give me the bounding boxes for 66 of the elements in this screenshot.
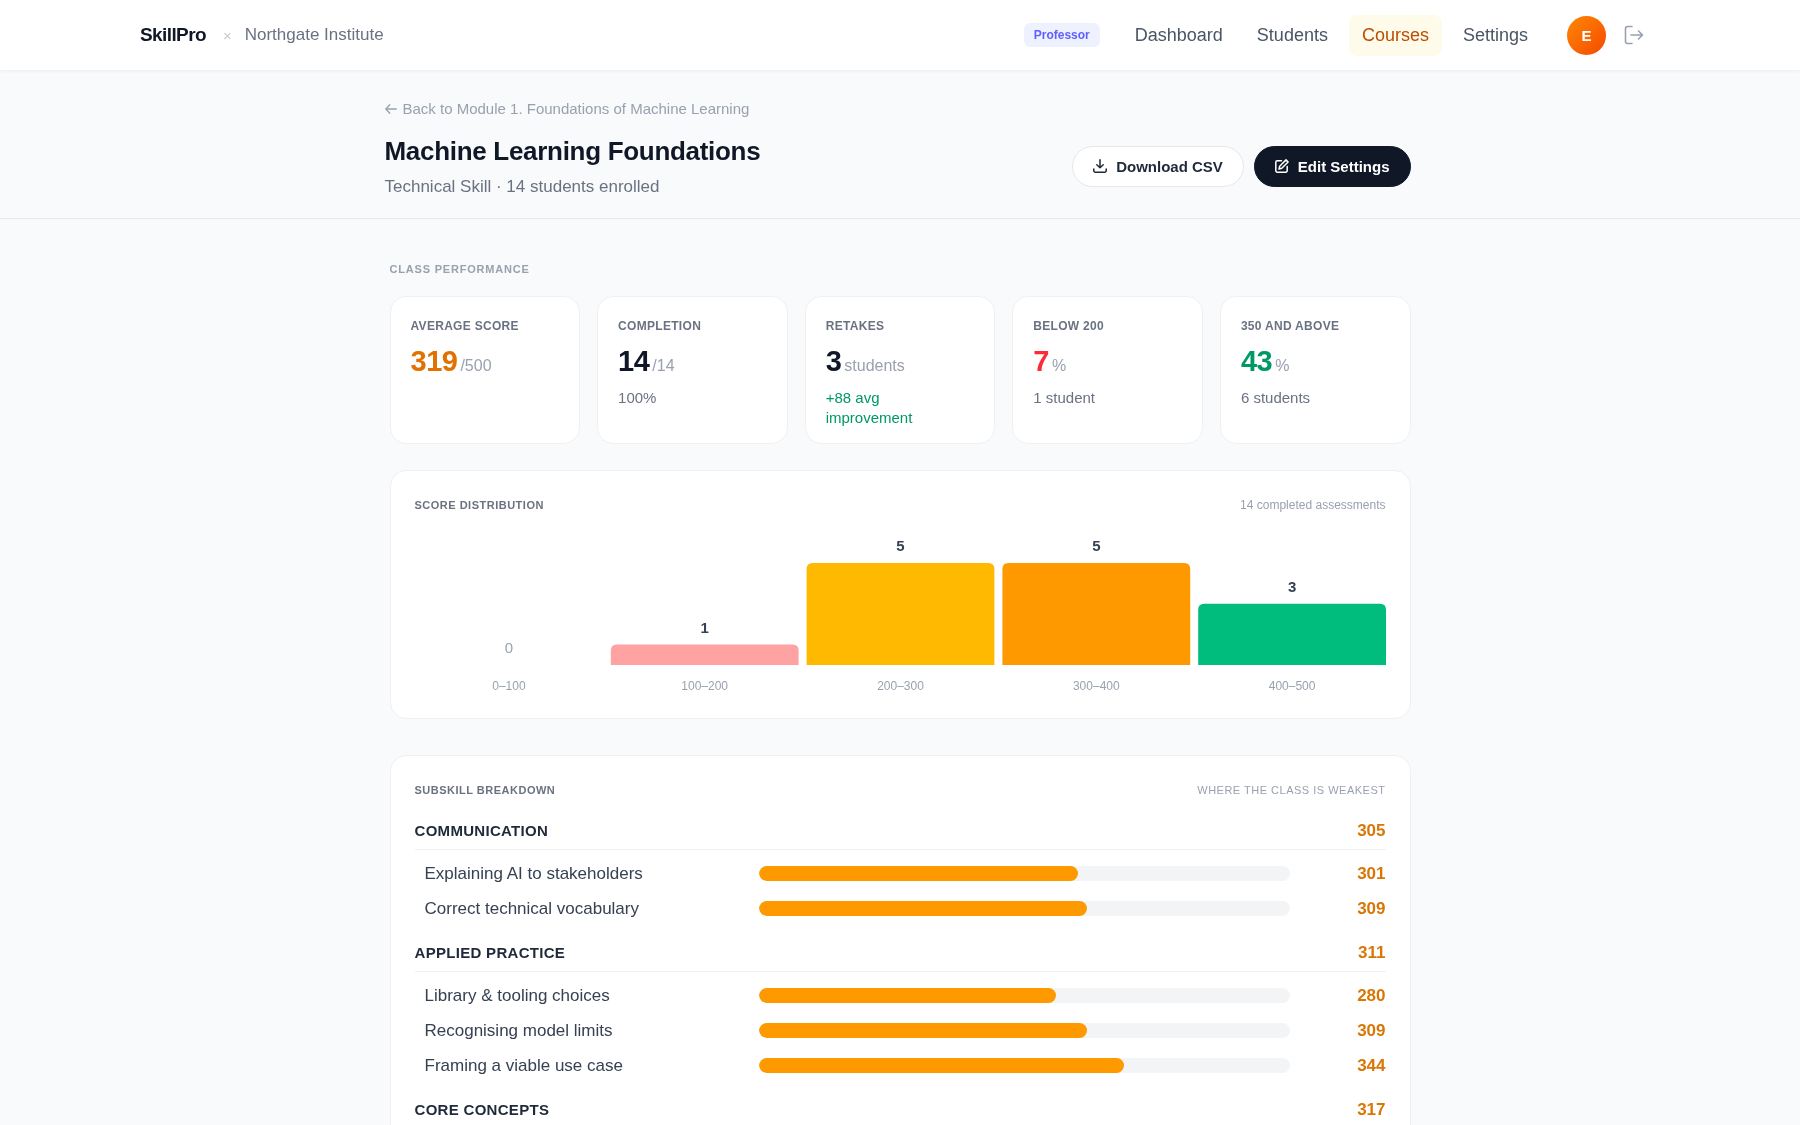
stat-label: AVERAGE SCORE	[410, 319, 520, 333]
nav-link[interactable]: Courses	[1348, 14, 1442, 56]
download-button[interactable]: Download CSV	[1072, 145, 1244, 187]
subskill-score: 344	[1356, 1055, 1386, 1076]
subskill-score: 309	[1356, 1020, 1386, 1041]
stat-unit: %	[1051, 356, 1067, 376]
group-score: 305	[1357, 821, 1386, 841]
stat-value: 7	[1033, 344, 1049, 379]
role-badge: Professor	[1023, 23, 1100, 47]
arrow-left-icon	[384, 104, 397, 114]
axis-label: 300–400	[1072, 679, 1120, 693]
stat-label: BELOW 200	[1033, 319, 1105, 333]
edit-icon	[1274, 159, 1289, 173]
bar-value-label: 3	[1287, 577, 1296, 595]
nav-link[interactable]: Settings	[1449, 14, 1541, 56]
stat-note: 1 student	[1033, 388, 1096, 408]
card-caption: WHERE THE CLASS IS WEAKEST	[1197, 783, 1386, 797]
card-title: SUBSKILL BREAKDOWN	[414, 783, 556, 797]
bar-value-label: 0	[504, 639, 513, 656]
brand-separator: ×	[222, 26, 232, 44]
stat-note: 6 students	[1240, 388, 1312, 408]
subskill-name: Recognising model limits	[424, 1020, 614, 1041]
subskill-score: 280	[1356, 985, 1386, 1006]
stat-value: 319	[410, 344, 458, 379]
logo[interactable]: SkillPro	[140, 24, 206, 46]
stat-unit: %	[1275, 356, 1290, 376]
axis-label: 400–500	[1268, 679, 1315, 693]
stat-label: RETAKES	[825, 319, 886, 333]
bar-value-label: 1	[700, 618, 709, 636]
bar-value-label: 5	[895, 537, 905, 554]
stat-label: 350 AND ABOVE	[1240, 319, 1341, 333]
page-subtitle: Technical Skill · 14 students enrolled	[384, 176, 661, 198]
bar-value-label: 5	[1091, 537, 1100, 554]
group-score: 317	[1357, 1100, 1386, 1120]
page-title: Machine Learning Foundations	[384, 135, 761, 168]
axis-label: 100–200	[680, 679, 728, 693]
subskill-name: Framing a viable use case	[424, 1055, 624, 1076]
stat-unit: /14	[652, 356, 675, 376]
stat-unit: students	[844, 356, 905, 376]
group-name: APPLIED PRACTICE	[414, 943, 566, 963]
institution-name: Northgate Institute	[244, 25, 384, 45]
group-name: COMMUNICATION	[414, 821, 549, 841]
nav-link[interactable]: Dashboard	[1121, 14, 1236, 56]
group-name: CORE CONCEPTS	[414, 1100, 550, 1120]
subskill-name: Correct technical vocabulary	[424, 898, 640, 919]
axis-label: 200–300	[876, 679, 924, 693]
chart-title: SCORE DISTRIBUTION	[414, 498, 544, 512]
stat-value: 14	[618, 344, 650, 379]
subskill-score: 309	[1356, 898, 1386, 919]
section-heading: CLASS PERFORMANCE	[389, 262, 531, 276]
stat-label: COMPLETION	[618, 319, 703, 333]
subskill-name: Explaining AI to stakeholders	[424, 863, 644, 884]
edit-settings-button[interactable]: Edit Settings	[1253, 145, 1411, 187]
stat-unit: /500	[460, 356, 492, 376]
nav-link[interactable]: Students	[1243, 14, 1341, 56]
axis-label: 0–100	[491, 679, 526, 693]
stat-note: +88 avg improvement	[825, 388, 914, 428]
stat-value: 43	[1240, 344, 1273, 379]
logout-icon[interactable]	[1624, 25, 1644, 45]
stat-value: 3	[825, 344, 842, 379]
group-score: 311	[1358, 943, 1386, 963]
stat-note: 100%	[618, 388, 658, 408]
chart-caption: 14 completed assessments	[1240, 498, 1386, 512]
download-icon	[1093, 159, 1108, 173]
subskill-score: 301	[1356, 863, 1386, 884]
subskill-name: Library & tooling choices	[424, 985, 611, 1006]
